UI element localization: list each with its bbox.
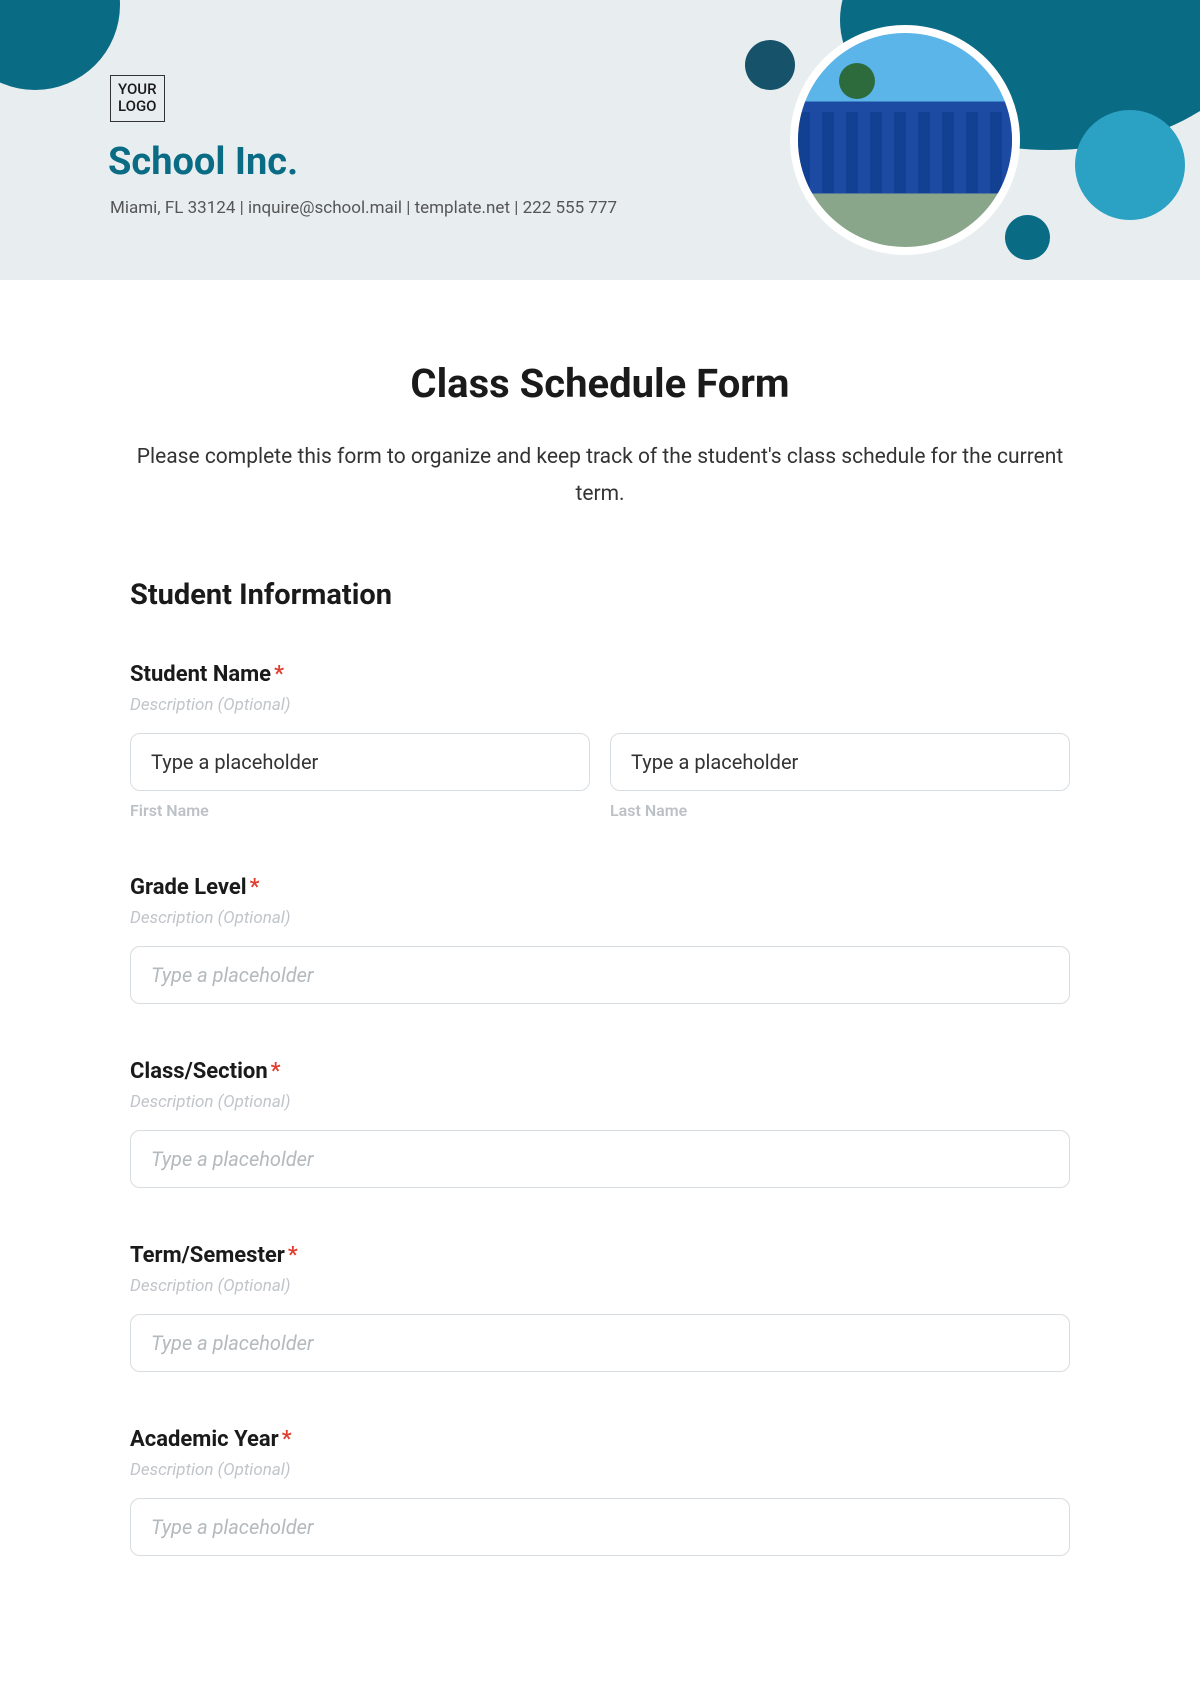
field-label: Academic Year* xyxy=(130,1427,1070,1452)
decoration-circle xyxy=(1005,215,1050,260)
required-asterisk: * xyxy=(274,662,284,687)
academic-year-input[interactable] xyxy=(130,1498,1070,1556)
label-text: Class/Section xyxy=(130,1059,268,1084)
last-name-sublabel: Last Name xyxy=(610,801,1070,820)
field-academic-year: Academic Year* Description (Optional) xyxy=(130,1427,1070,1556)
form-content: Class Schedule Form Please complete this… xyxy=(0,280,1200,1651)
field-description: Description (Optional) xyxy=(130,1276,1070,1296)
school-contact-line: Miami, FL 33124 | inquire@school.mail | … xyxy=(110,198,617,218)
school-building-photo xyxy=(798,33,1012,247)
label-text: Grade Level xyxy=(130,875,247,900)
label-text: Academic Year xyxy=(130,1427,279,1452)
required-asterisk: * xyxy=(250,875,260,900)
field-description: Description (Optional) xyxy=(130,908,1070,928)
decoration-circle xyxy=(745,40,795,90)
field-label: Grade Level* xyxy=(130,875,1070,900)
field-label: Term/Semester* xyxy=(130,1243,1070,1268)
field-description: Description (Optional) xyxy=(130,1092,1070,1112)
last-name-input[interactable]: Type a placeholder xyxy=(610,733,1070,791)
field-label: Class/Section* xyxy=(130,1059,1070,1084)
class-section-input[interactable] xyxy=(130,1130,1070,1188)
first-name-input[interactable]: Type a placeholder xyxy=(130,733,590,791)
decoration-circle xyxy=(0,0,120,90)
form-title: Class Schedule Form xyxy=(130,360,1070,407)
field-grade-level: Grade Level* Description (Optional) xyxy=(130,875,1070,1004)
school-name: School Inc. xyxy=(108,140,298,184)
field-class-section: Class/Section* Description (Optional) xyxy=(130,1059,1070,1188)
letterhead-header: YOUR LOGO School Inc. Miami, FL 33124 | … xyxy=(0,0,1200,280)
first-name-sublabel: First Name xyxy=(130,801,590,820)
field-description: Description (Optional) xyxy=(130,695,1070,715)
section-heading-student-info: Student Information xyxy=(130,578,1070,612)
required-asterisk: * xyxy=(271,1059,281,1084)
field-description: Description (Optional) xyxy=(130,1460,1070,1480)
term-semester-input[interactable] xyxy=(130,1314,1070,1372)
grade-level-input[interactable] xyxy=(130,946,1070,1004)
form-intro: Please complete this form to organize an… xyxy=(130,439,1070,513)
label-text: Student Name xyxy=(130,662,271,687)
field-label: Student Name* xyxy=(130,662,1070,687)
logo-placeholder: YOUR LOGO xyxy=(110,75,165,122)
header-photo-frame xyxy=(790,25,1020,255)
decoration-circle xyxy=(1075,110,1185,220)
required-asterisk: * xyxy=(282,1427,292,1452)
label-text: Term/Semester xyxy=(130,1243,285,1268)
required-asterisk: * xyxy=(288,1243,298,1268)
field-student-name: Student Name* Description (Optional) Typ… xyxy=(130,662,1070,820)
field-term-semester: Term/Semester* Description (Optional) xyxy=(130,1243,1070,1372)
